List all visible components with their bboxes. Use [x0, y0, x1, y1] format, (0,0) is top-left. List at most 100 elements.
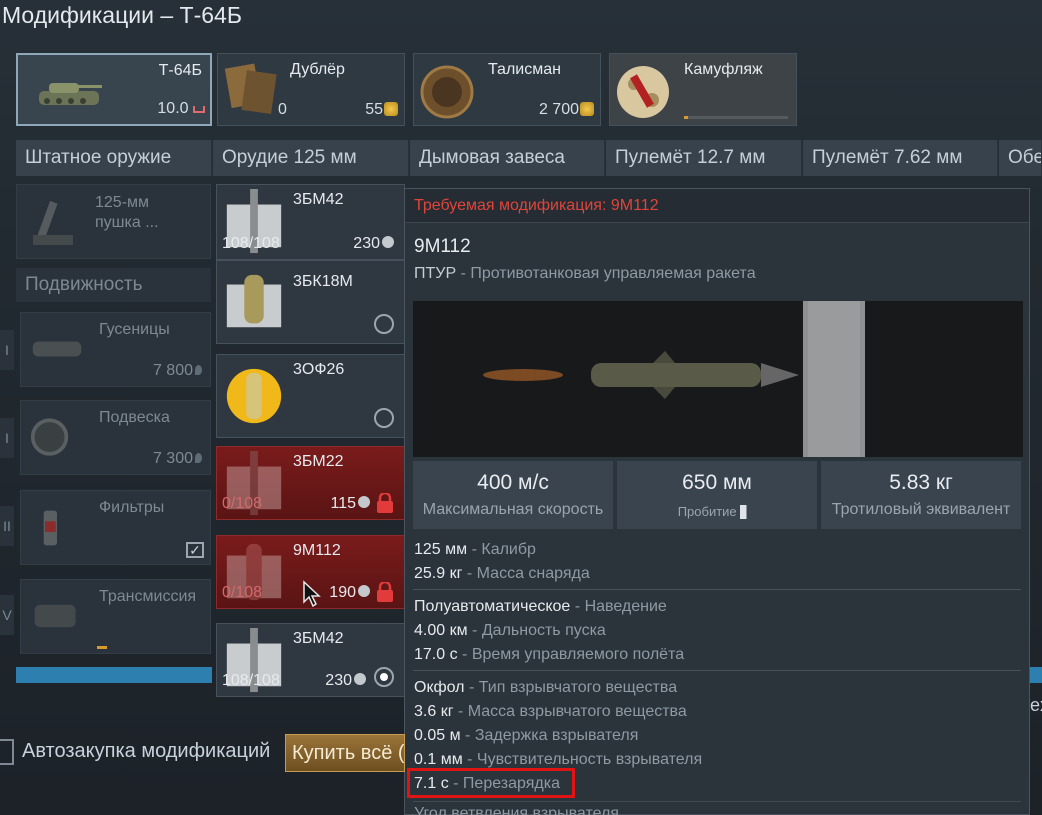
camouflage-slot[interactable]: Камуфляж: [609, 53, 797, 126]
ammo-item-locked[interactable]: 3БМ22 0/108 115: [216, 446, 405, 520]
tracks-label: Гусеницы: [99, 321, 170, 338]
reload-highlight-box: [407, 768, 575, 798]
talisman-name: Талисман: [488, 61, 561, 78]
stat-launch-range: 4.00 км - Дальность пуска: [414, 622, 606, 639]
ammo-name: 3БМ42: [293, 630, 344, 647]
tab-mg-127[interactable]: Пулемёт 12.7 мм: [606, 140, 802, 176]
ammo-count: 0/108: [222, 495, 263, 512]
auto-buy-label: Автозакупка модификаций: [22, 740, 271, 762]
transmission-label: Трансмиссия: [99, 588, 197, 605]
tab-more[interactable]: Обе: [999, 140, 1042, 176]
ammo-name: 9М112: [293, 542, 341, 559]
talisman-icon: [420, 65, 474, 119]
silver-lion-icon: [358, 496, 370, 508]
camouflage-brush-icon: [617, 66, 669, 118]
stat-guidance: Полуавтоматическое - Наведение: [414, 598, 667, 615]
silver-lion-icon: [358, 585, 370, 597]
transmission-icon: [34, 604, 76, 628]
auto-buy-checkbox[interactable]: [0, 739, 14, 765]
tooltip-subtitle: ПТУР - Противотанковая управляемая ракет…: [414, 265, 756, 282]
ammo-cost: 115: [330, 495, 370, 513]
stat-guided-time: 17.0 с - Время управляемого полёта: [414, 646, 685, 663]
mobility-section: Подвижность: [16, 268, 211, 302]
filters-mod[interactable]: Фильтры ✓: [20, 490, 211, 565]
suspension-mod[interactable]: Подвеска 7 300: [20, 400, 211, 475]
gold-eagle-icon: [384, 102, 398, 116]
ammo-count: 108/108: [222, 235, 280, 252]
research-icon: [195, 453, 202, 463]
tier-marker: II: [0, 506, 14, 546]
required-modification: Требуемая модификация: 9М112: [405, 189, 1029, 223]
ammo-item[interactable]: 3БМ42 108/108 230: [216, 184, 405, 260]
filter-icon: [43, 510, 57, 546]
suspension-label: Подвеска: [99, 409, 170, 426]
vehicle-name: Т-64Б: [158, 62, 202, 79]
gun-mod[interactable]: 125-мм пушка ...: [16, 184, 211, 259]
tank-icon: [39, 83, 102, 105]
silver-lion-icon: [354, 673, 366, 685]
transmission-mod[interactable]: Трансмиссия: [20, 579, 211, 654]
checkmark-icon: ✓: [186, 542, 204, 558]
suspension-price: 7 300: [153, 450, 202, 468]
tab-smoke[interactable]: Дымовая завеса: [410, 140, 605, 176]
stat-fuse-sensitivity: 0.1 мм - Чувствительность взрывателя: [414, 751, 703, 768]
research-progress-bar-right: [1030, 667, 1042, 683]
penetration-icon: [740, 505, 757, 519]
ammo-count: 0/108: [222, 584, 263, 601]
ammo-select-radio[interactable]: [374, 408, 394, 428]
ammo-count: 108/108: [222, 672, 280, 689]
crew-slot[interactable]: Дублёр 0 55: [217, 53, 405, 126]
filters-label: Фильтры: [99, 499, 165, 516]
tab-mg-762[interactable]: Пулемёт 7.62 мм: [803, 140, 998, 176]
gun-icon: [33, 200, 73, 245]
ammo-name: 3БК18М: [293, 273, 353, 290]
vehicle-br: 10.0: [157, 100, 205, 118]
research-progress-bar: [16, 667, 212, 683]
stat-max-speed: 400 м/с Максимальная скорость: [413, 461, 613, 529]
tooltip-title: 9М112: [414, 236, 471, 257]
crew-price: 55: [365, 101, 398, 119]
ammo-item[interactable]: 3ОФ26: [216, 354, 405, 438]
category-tabs: Штатное оружие Орудие 125 мм Дымовая зав…: [16, 140, 1042, 176]
stat-cut-off: Угол ветвления взрывателя...: [414, 805, 633, 815]
vehicle-slot[interactable]: Т-64Б 10.0: [16, 53, 212, 126]
tracks-icon: [32, 341, 82, 357]
lock-icon: [377, 493, 393, 513]
research-icon: [195, 365, 202, 375]
gold-eagle-icon: [580, 102, 594, 116]
ammo-item-selected[interactable]: 3БМ42 108/108 230: [216, 623, 405, 697]
lock-icon: [377, 582, 393, 602]
stat-shell-mass: 25.9 кг - Масса снаряда: [414, 565, 590, 582]
rank-icon: [193, 106, 205, 113]
crew-name: Дублёр: [290, 61, 345, 78]
stat-caliber: 125 мм - Калибр: [414, 541, 536, 558]
gun-mod-label: 125-мм пушка ...: [95, 194, 159, 231]
suspension-icon: [30, 418, 69, 456]
heat-shell-icon: [226, 274, 282, 328]
tier-marker: I: [0, 330, 14, 370]
stat-explosive-mass: 3.6 кг - Масса взрывчатого вещества: [414, 703, 687, 720]
camouflage-progress: [684, 116, 788, 119]
he-shell-icon: [226, 368, 282, 424]
missile-image: [413, 301, 1023, 457]
tab-gun-125[interactable]: Орудие 125 мм: [213, 140, 409, 176]
right-edge-text: ex: [1030, 695, 1042, 715]
talisman-price: 2 700: [539, 101, 594, 119]
transmission-progress: [97, 646, 107, 649]
crew-count: 0: [278, 101, 287, 118]
ammo-item[interactable]: 3БК18М: [216, 260, 405, 344]
stat-fuse-delay: 0.05 м - Задержка взрывателя: [414, 727, 639, 744]
ammo-select-radio[interactable]: [374, 667, 394, 687]
crew-cards-icon: [224, 63, 277, 115]
window-title: Модификации – Т-64Б: [2, 2, 242, 28]
tab-standard-weapon[interactable]: Штатное оружие: [16, 140, 212, 176]
stat-explosive-type: Окфол - Тип взрывчатого вещества: [414, 679, 678, 696]
talisman-slot[interactable]: Талисман 2 700: [413, 53, 601, 126]
stat-tnt-equivalent: 5.83 кг Тротиловый эквивалент: [821, 461, 1021, 529]
tier-marker: V: [0, 595, 14, 635]
buy-all-button[interactable]: Купить всё (: [285, 734, 405, 772]
ammo-name: 3БМ42: [293, 191, 344, 208]
ammo-select-radio[interactable]: [374, 314, 394, 334]
tracks-mod[interactable]: Гусеницы 7 800: [20, 312, 211, 387]
ammo-cost: 230: [353, 235, 394, 253]
